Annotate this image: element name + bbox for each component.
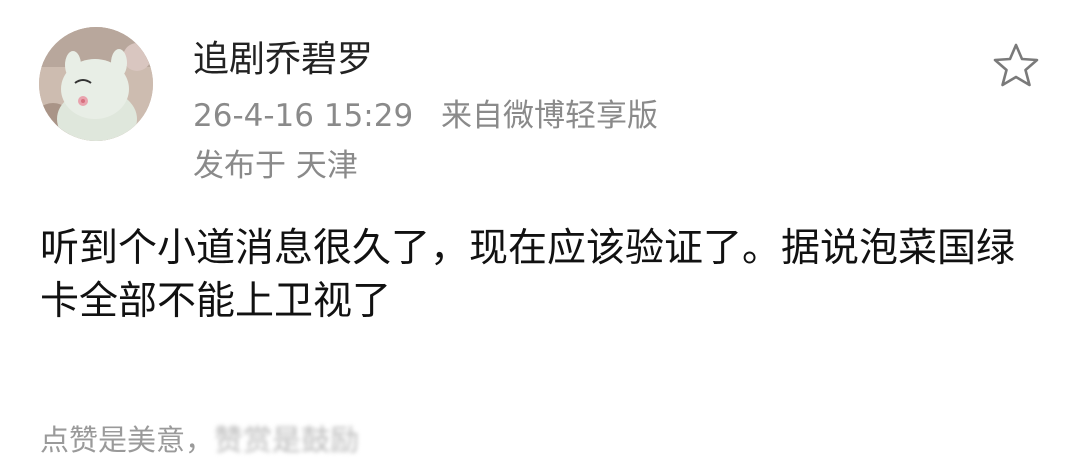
favorite-button[interactable] xyxy=(990,40,1042,92)
weibo-post-card: 追剧乔碧罗 26-4-16 15:29 来自微博轻享版 发布于 天津 听到个小道… xyxy=(0,0,1080,459)
post-timestamp: 26-4-16 15:29 xyxy=(193,98,414,134)
post-location: 发布于 天津 xyxy=(193,148,358,184)
avatar-image xyxy=(39,27,153,141)
footer-text: 点赞是美意， xyxy=(40,423,215,457)
username[interactable]: 追剧乔碧罗 xyxy=(193,38,373,82)
star-outline-icon xyxy=(993,43,1039,87)
post-meta: 26-4-16 15:29 来自微博轻享版 xyxy=(193,96,658,136)
post-source[interactable]: 来自微博轻享版 xyxy=(441,98,658,134)
footer-blurred-text: 赞赏是鼓励 xyxy=(214,423,360,457)
reward-footer: 点赞是美意，赞赏是鼓励 xyxy=(40,420,359,459)
avatar[interactable] xyxy=(39,27,153,141)
post-content: 听到个小道消息很久了，现在应该验证了。据说泡菜国绿卡全部不能上卫视了 xyxy=(40,226,1016,324)
